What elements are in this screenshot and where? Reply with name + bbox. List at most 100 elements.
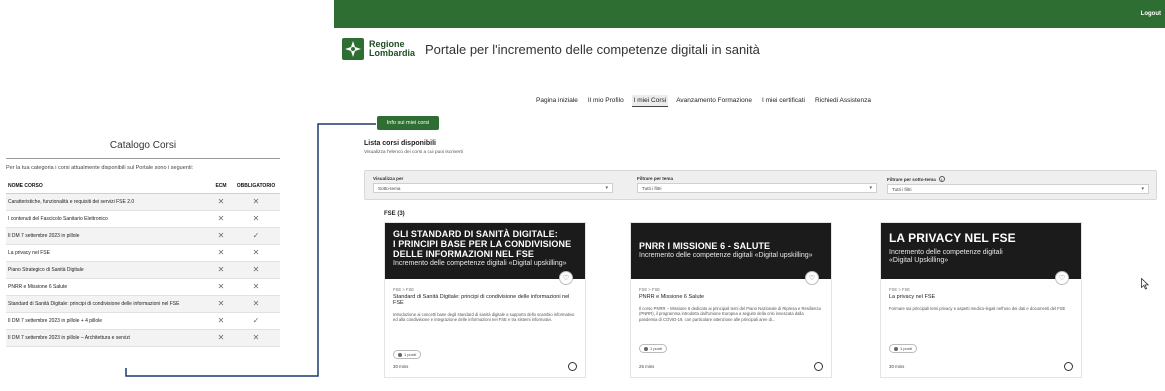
card-description: Introduzione ai concetti base degli stan… — [393, 312, 575, 323]
card-description: Il corso PNRR – Missione 6 dedicato ai p… — [639, 306, 821, 322]
nav-item-certificati[interactable]: I miei certificati — [760, 95, 807, 107]
filter-sotto-tema-select[interactable]: Tutti i filtri ▾ — [887, 184, 1149, 194]
filter-label: Visualizza per — [373, 176, 404, 181]
card-title: La privacy nel FSE — [889, 294, 936, 300]
favorite-heart-icon[interactable]: ♡ — [1055, 271, 1069, 285]
favorite-heart-icon[interactable]: ♡ — [805, 271, 819, 285]
card-body: FSE > FSE La privacy nel FSE Formare sui… — [881, 279, 1081, 356]
card-tag: FSE > FSE — [639, 287, 661, 292]
info-icon[interactable]: i — [938, 176, 945, 182]
banner-title: GLI STANDARD DI SANITÀ DIGITALE: I PRINC… — [393, 229, 572, 259]
table-row: Piano Strategico di Sanità Digitale ✕ ✕ — [6, 261, 280, 279]
duration: 30 mins — [889, 364, 905, 369]
ecm-badge: 1 punti — [393, 350, 422, 359]
course-name: Piano Strategico di Sanità Digitale — [6, 261, 210, 279]
card-footer: 30 mins — [393, 362, 577, 371]
duration: 30 mins — [393, 364, 409, 369]
course-name: Il DM 7 settembre 2023 in pillole — [6, 227, 210, 245]
badge-dot-icon — [894, 346, 898, 351]
chevron-down-icon: ▾ — [869, 185, 872, 191]
table-row: Il DM 7 settembre 2023 in pillole ✕ ✓ — [6, 227, 280, 245]
duration: 25 mins — [639, 364, 655, 369]
brand-line-2: Lombardia — [369, 48, 416, 58]
select-radio[interactable] — [1064, 362, 1073, 371]
card-title: PNRR e Missione 6 Salute — [639, 294, 705, 300]
course-card[interactable]: GLI STANDARD DI SANITÀ DIGITALE: I PRINC… — [384, 222, 586, 378]
card-tag: FSE > FSE — [889, 287, 911, 292]
brand-name: Regione Lombardia — [369, 40, 415, 58]
obbligatorio-mark: ✕ — [232, 329, 280, 347]
obbligatorio-mark: ✕ — [232, 295, 280, 313]
ecm-badge: 1 punti — [639, 344, 668, 353]
course-card[interactable]: PNRR I MISSIONE 6 - SALUTE Incremento de… — [630, 222, 832, 378]
table-row: La privacy nel FSE ✕ ✕ — [6, 244, 280, 262]
mouse-cursor-icon — [1141, 278, 1149, 290]
logout-link[interactable]: Logout — [1141, 11, 1161, 17]
card-footer: 25 mins — [639, 362, 823, 371]
regione-lombardia-logo-icon[interactable] — [342, 38, 364, 60]
nav-item-pagina-iniziale[interactable]: Pagina iniziale — [534, 95, 580, 107]
nav-item-avanzamento[interactable]: Avanzamento Formazione — [674, 95, 754, 107]
filters-bar: Visualizza per Sotto-tema ▾ Filtrare per… — [364, 170, 1157, 200]
list-title: Lista corsi disponibili — [364, 140, 436, 147]
column-header-obbligatorio: OBBLIGATORIO — [232, 179, 280, 194]
info-corsi-button[interactable]: Info sui miei corsi — [377, 116, 439, 130]
banner-title: LA PRIVACY NEL FSE — [889, 231, 1016, 245]
card-description: Formare sui principali temi privacy e as… — [889, 306, 1066, 311]
table-row: PNRR e Missione 6 Salute ✕ ✕ — [6, 278, 280, 296]
main-nav: Pagina iniziale Il mio Profilo I miei Co… — [534, 95, 879, 107]
chevron-down-icon: ▾ — [605, 185, 608, 191]
favorite-heart-icon[interactable]: ♡ — [559, 271, 573, 285]
catalog-description: Per la tua categoria i corsi attualmente… — [6, 165, 194, 171]
filter-value: Tutti i filtri — [892, 186, 912, 192]
table-row: Il DM 7 settembre 2023 in pillole + 4 pi… — [6, 312, 280, 330]
obbligatorio-mark: ✕ — [232, 210, 280, 228]
ecm-mark: ✕ — [210, 278, 232, 296]
page-title: Portale per l'incremento delle competenz… — [425, 41, 760, 57]
list-subtitle: Visualizza l'elenco dei corsi a cui puoi… — [364, 150, 463, 155]
card-body: FSE > FSE PNRR e Missione 6 Salute Il co… — [631, 279, 831, 356]
filter-tema-select[interactable]: Tutti i filtri ▾ — [637, 183, 877, 193]
ecm-mark: ✕ — [210, 210, 232, 228]
ecm-mark: ✕ — [210, 295, 232, 313]
card-body: FSE > FSE Standard di Sanità Digitale: p… — [385, 279, 585, 362]
filter-label: Filtrare per tema — [637, 176, 673, 181]
table-row: Standard di Sanità Digitale: principi di… — [6, 295, 280, 313]
nav-item-miei-corsi[interactable]: I miei Corsi — [631, 95, 669, 107]
portal-window: Logout Regione Lombardia Portale per l'i… — [334, 0, 1165, 391]
ecm-mark: ✕ — [210, 193, 232, 211]
catalog-title: Catalogo Corsi — [109, 140, 177, 151]
group-label: FSE (3) — [384, 211, 405, 217]
catalog-table: NOME CORSO ECM OBBLIGATORIO Caratteristi… — [6, 179, 280, 347]
banner-title: PNRR I MISSIONE 6 - SALUTE — [639, 241, 771, 251]
course-name: I contenuti del Fascicolo Sanitario Elet… — [6, 210, 210, 228]
filter-sotto-tema: Filtrare per sotto-tema i Tutti i filtri … — [887, 176, 1149, 194]
course-name: PNRR e Missione 6 Salute — [6, 278, 210, 296]
filter-tema: Filtrare per tema Tutti i filtri ▾ — [637, 176, 877, 193]
nav-item-assistenza[interactable]: Richiedi Assistenza — [813, 95, 873, 107]
obbligatorio-mark: ✕ — [232, 244, 280, 262]
select-radio[interactable] — [814, 362, 823, 371]
card-title: Standard di Sanità Digitale: principi di… — [393, 294, 570, 306]
filter-visualizza-select[interactable]: Sotto-tema ▾ — [373, 183, 613, 193]
card-banner: LA PRIVACY NEL FSE Incremento delle comp… — [881, 223, 1081, 285]
badge-dot-icon — [644, 346, 648, 351]
obbligatorio-mark: ✕ — [232, 193, 280, 211]
column-header-name: NOME CORSO — [6, 179, 210, 194]
top-bar: Logout — [334, 0, 1165, 28]
obbligatorio-mark: ✕ — [232, 278, 280, 296]
badge-dot-icon — [398, 352, 402, 357]
course-name: Il DM 7 settembre 2023 in pillole – Arch… — [6, 329, 210, 347]
ecm-mark: ✕ — [210, 329, 232, 347]
filter-visualizza: Visualizza per Sotto-tema ▾ — [373, 176, 613, 193]
card-tag: FSE > FSE — [393, 287, 415, 292]
filter-label: Filtrare per sotto-tema i — [887, 176, 1149, 182]
catalog-divider — [6, 158, 280, 159]
obbligatorio-mark: ✓ — [232, 312, 280, 330]
nav-item-profilo[interactable]: Il mio Profilo — [586, 95, 626, 107]
course-card[interactable]: LA PRIVACY NEL FSE Incremento delle comp… — [880, 222, 1082, 378]
catalog-panel: Catalogo Corsi Per la tua categoria i co… — [6, 138, 280, 347]
select-radio[interactable] — [568, 362, 577, 371]
ecm-mark: ✕ — [210, 227, 232, 245]
ecm-badge: 1 punti — [889, 344, 918, 353]
